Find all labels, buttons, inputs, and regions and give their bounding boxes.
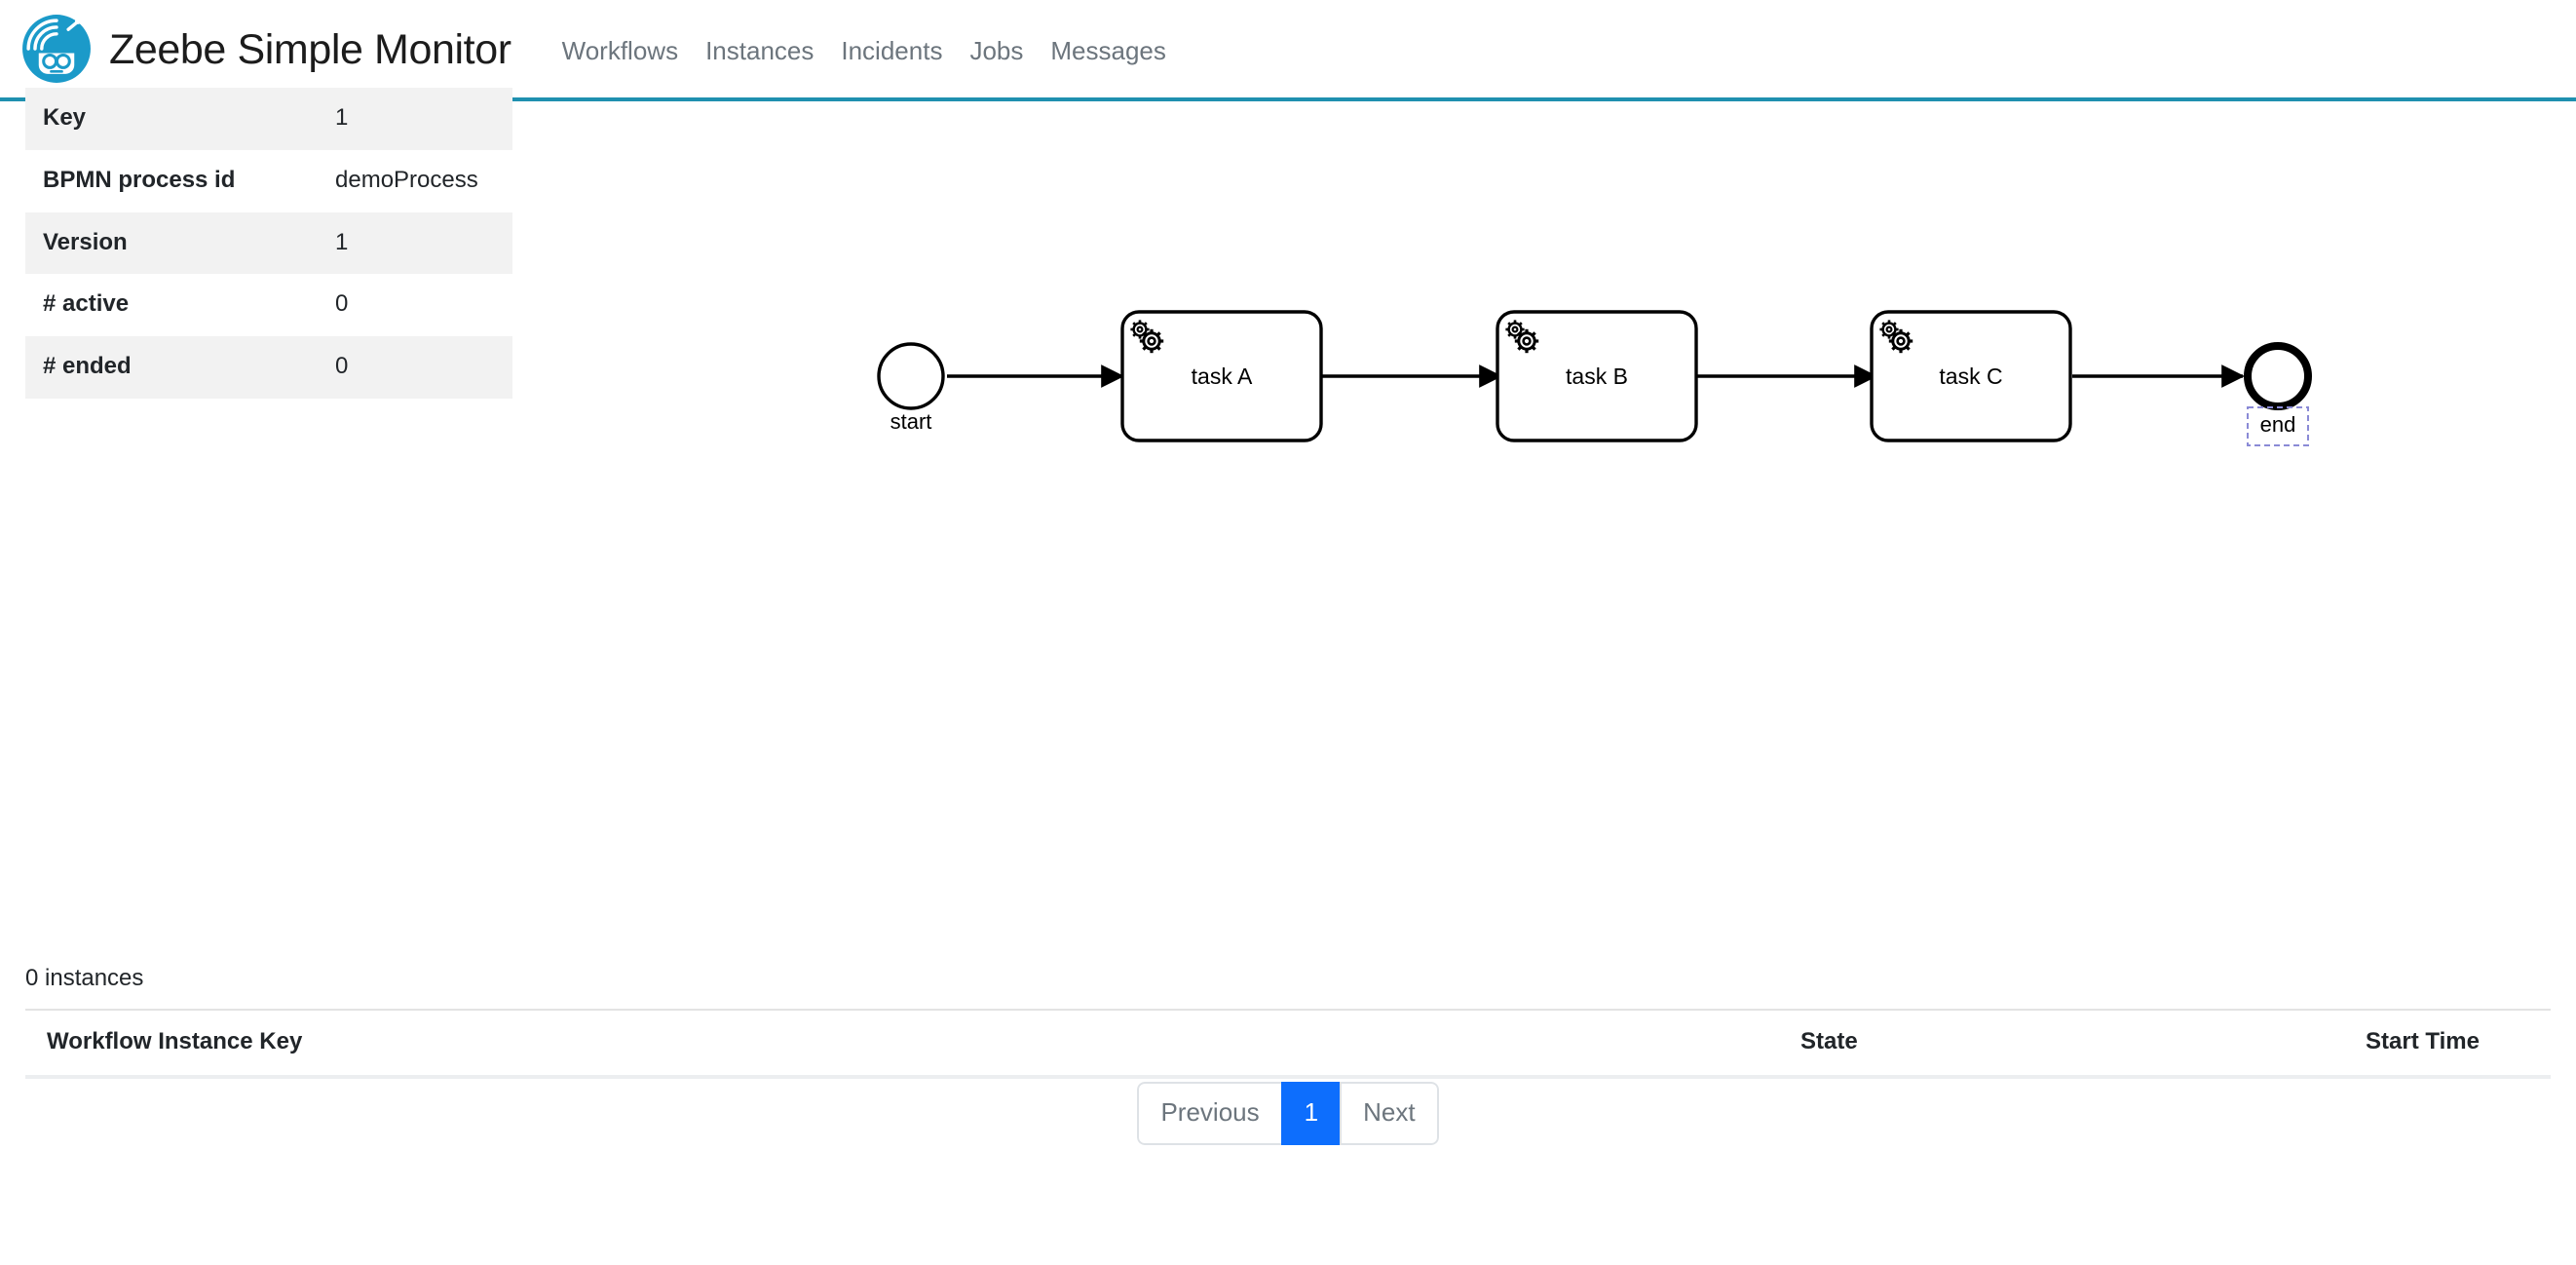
table-row: Key 1 bbox=[25, 88, 512, 150]
bpmn-task-c-label: task C bbox=[1939, 364, 2002, 389]
pagination-page-item[interactable]: 1 bbox=[1280, 1082, 1341, 1146]
bpmn-task-a[interactable]: task A bbox=[1120, 310, 1323, 442]
pagination-previous-button[interactable]: Previous bbox=[1137, 1082, 1281, 1146]
pagination-next-button[interactable]: Next bbox=[1340, 1082, 1439, 1146]
property-key: # ended bbox=[43, 353, 132, 380]
nav-link-instances[interactable]: Instances bbox=[692, 28, 827, 74]
nav-link-workflows[interactable]: Workflows bbox=[549, 28, 692, 74]
pagination: Previous 1 Next bbox=[1137, 1082, 1439, 1146]
pagination-next-item[interactable]: Next bbox=[1340, 1082, 1439, 1146]
table-header-row: Workflow Instance Key State Start Time bbox=[25, 1008, 2551, 1079]
table-row: # ended 0 bbox=[25, 336, 512, 399]
instances-section: 0 instances Workflow Instance Key State … bbox=[25, 965, 2551, 1079]
bpmn-task-b[interactable]: task B bbox=[1496, 310, 1698, 442]
bpmn-start-event-label: start bbox=[890, 409, 932, 434]
pagination-page-1-button[interactable]: 1 bbox=[1280, 1082, 1341, 1146]
pagination-container: Previous 1 Next bbox=[0, 1082, 2576, 1146]
column-header-state[interactable]: State bbox=[1779, 1008, 2344, 1079]
property-value: 0 bbox=[335, 290, 349, 318]
workflow-properties-panel: Key 1 BPMN process id demoProcess Versio… bbox=[25, 88, 512, 399]
pagination-previous-item[interactable]: Previous bbox=[1137, 1082, 1281, 1146]
bpmn-task-b-label: task B bbox=[1566, 364, 1628, 389]
bpmn-task-a-label: task A bbox=[1192, 364, 1253, 389]
instances-count-label: 0 instances bbox=[25, 965, 144, 991]
bpmn-end-event[interactable]: end bbox=[2244, 342, 2312, 446]
top-navbar: Zeebe Simple Monitor Workflows Instances… bbox=[0, 0, 2576, 101]
column-header-workflow-instance-key[interactable]: Workflow Instance Key bbox=[25, 1008, 1779, 1079]
bpmn-diagram-canvas[interactable]: start task A task B task C end bbox=[857, 292, 2436, 526]
property-value: 0 bbox=[335, 353, 349, 380]
property-value: 1 bbox=[335, 104, 349, 131]
table-row: BPMN process id demoProcess bbox=[25, 150, 512, 212]
workflow-instances-table: Workflow Instance Key State Start Time bbox=[25, 1008, 2551, 1079]
nav-link-messages[interactable]: Messages bbox=[1037, 28, 1180, 74]
app-title: Zeebe Simple Monitor bbox=[109, 25, 511, 73]
bpmn-start-event[interactable]: start bbox=[877, 342, 945, 434]
property-key: Key bbox=[43, 104, 87, 131]
workflow-properties-table: Key 1 BPMN process id demoProcess Versio… bbox=[25, 88, 512, 399]
bpmn-end-event-label: end bbox=[2260, 412, 2296, 437]
property-key: Version bbox=[43, 228, 128, 255]
zeebe-robot-logo-icon bbox=[19, 12, 94, 86]
property-value: demoProcess bbox=[335, 166, 478, 193]
column-header-start-time[interactable]: Start Time bbox=[2344, 1008, 2551, 1079]
bpmn-task-c[interactable]: task C bbox=[1870, 310, 2072, 442]
nav-link-jobs[interactable]: Jobs bbox=[956, 28, 1037, 74]
main-navigation: Workflows Instances Incidents Jobs Messa… bbox=[549, 22, 1180, 74]
property-value: 1 bbox=[335, 228, 349, 255]
brand-home-link[interactable]: Zeebe Simple Monitor bbox=[19, 12, 511, 86]
property-key: # active bbox=[43, 290, 130, 318]
property-key: BPMN process id bbox=[43, 166, 236, 193]
table-row: # active 0 bbox=[25, 274, 512, 336]
nav-link-incidents[interactable]: Incidents bbox=[827, 28, 956, 74]
table-row: Version 1 bbox=[25, 211, 512, 275]
